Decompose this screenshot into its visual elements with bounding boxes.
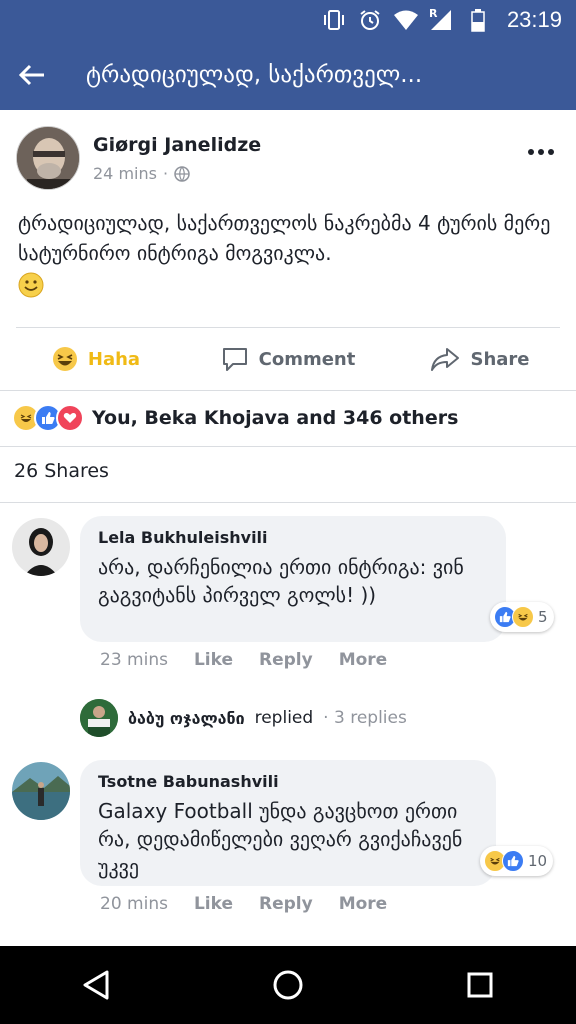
reactions-text: You, Beka Khojava and 346 others: [92, 407, 459, 429]
reaction-icons: [12, 404, 84, 432]
vibrate-icon: [321, 7, 347, 33]
wifi-icon: [393, 7, 419, 33]
comment: Lela Bukhuleishvili არა, დარჩენილია ერთი…: [0, 516, 576, 676]
more-link[interactable]: More: [339, 650, 388, 670]
share-button[interactable]: Share: [384, 330, 576, 388]
divider: [0, 446, 576, 447]
comment-meta: 23 mins Like Reply More: [100, 650, 413, 670]
post-meta: 24 mins ·: [93, 164, 190, 183]
status-bar: R 23:19: [0, 0, 576, 40]
nav-back-button[interactable]: [66, 955, 126, 1015]
comment-button[interactable]: Comment: [192, 330, 384, 388]
nav-recents-button[interactable]: [450, 955, 510, 1015]
comment-icon: [222, 348, 247, 371]
reply-action-text: replied: [254, 708, 314, 728]
comment-time: 23 mins: [100, 650, 168, 670]
reaction-count: 10: [528, 852, 548, 870]
nav-home-button[interactable]: [258, 955, 318, 1015]
comment-meta: 20 mins Like Reply More: [100, 894, 413, 914]
post-actions: Haha Comment Share: [0, 330, 576, 388]
haha-icon: [52, 347, 77, 371]
author-avatar[interactable]: [16, 126, 80, 190]
more-link[interactable]: More: [339, 894, 388, 914]
love-reaction-icon: [56, 404, 84, 432]
commenter-avatar[interactable]: [12, 518, 70, 576]
comment-label: Comment: [258, 348, 356, 370]
share-label: Share: [470, 348, 530, 370]
comment-bubble[interactable]: Lela Bukhuleishvili არა, დარჩენილია ერთი…: [80, 516, 506, 642]
divider: [0, 502, 576, 503]
share-icon: [431, 348, 460, 371]
reactions-summary[interactable]: You, Beka Khojava and 346 others: [0, 392, 576, 444]
back-arrow-icon: [19, 64, 44, 86]
post-header: Giørgi Janelidze 24 mins ·: [16, 124, 560, 194]
replier-name[interactable]: ბაბუ ოჯალანი: [128, 709, 245, 728]
haha-reaction-icon: [512, 606, 534, 628]
commenter-name[interactable]: Tsotne Babunashvili: [98, 772, 478, 791]
comment: Tsotne Babunashvili Galaxy Football უნდა…: [0, 760, 576, 920]
roaming-label: R: [428, 7, 438, 20]
post-text: ტრადიციულად, საქართველოს ნაკრებმა 4 ტური…: [18, 208, 558, 306]
haha-label: Haha: [87, 348, 141, 370]
comment-reactions[interactable]: 5: [490, 602, 554, 632]
post-body: ტრადიციულად, საქართველოს ნაკრებმა 4 ტური…: [18, 211, 551, 265]
shares-count[interactable]: 26 Shares: [14, 460, 109, 482]
commenter-avatar[interactable]: [12, 762, 70, 820]
author-name[interactable]: Giørgi Janelidze: [93, 134, 261, 156]
comment-bubble[interactable]: Tsotne Babunashvili Galaxy Football უნდა…: [80, 760, 496, 886]
comment-text: არა, დარჩენილია ერთი ინტრიგა: ვინ გაგვიტ…: [98, 555, 464, 607]
clock: 23:19: [506, 7, 562, 32]
page-title: ტრადიციულად, საქართველ...: [86, 62, 423, 88]
back-button[interactable]: [0, 40, 64, 110]
triangle-back-icon: [83, 970, 109, 1000]
meta-separator: ·: [162, 164, 169, 183]
like-link[interactable]: Like: [194, 894, 233, 914]
alarm-icon: [357, 7, 383, 33]
replier-avatar: [80, 699, 118, 737]
more-options-icon[interactable]: [526, 142, 556, 162]
reply-count: · 3 replies: [323, 708, 407, 728]
smiley-emoji-icon: [18, 272, 44, 298]
square-recents-icon: [467, 972, 493, 998]
replies-summary[interactable]: ბაბუ ოჯალანი replied · 3 replies: [80, 698, 407, 738]
like-link[interactable]: Like: [194, 650, 233, 670]
circle-home-icon: [273, 970, 303, 1000]
divider: [16, 327, 560, 328]
signal-icon: R: [429, 7, 455, 33]
reply-link[interactable]: Reply: [259, 894, 313, 914]
commenter-name[interactable]: Lela Bukhuleishvili: [98, 528, 488, 547]
haha-button[interactable]: Haha: [0, 330, 192, 388]
reply-link[interactable]: Reply: [259, 650, 313, 670]
battery-icon: [465, 7, 491, 33]
system-nav-bar: [0, 946, 576, 1024]
divider: [0, 390, 576, 391]
comment-text: Galaxy Football უნდა გავცხოთ ერთი რა, დე…: [98, 799, 463, 879]
post-time[interactable]: 24 mins: [93, 164, 157, 183]
comment-time: 20 mins: [100, 894, 168, 914]
reaction-count: 5: [538, 608, 548, 626]
globe-icon: [174, 165, 190, 182]
comment-reactions[interactable]: 10: [480, 846, 554, 876]
like-reaction-icon: [502, 850, 524, 872]
app-bar: ტრადიციულად, საქართველ...: [0, 40, 576, 110]
